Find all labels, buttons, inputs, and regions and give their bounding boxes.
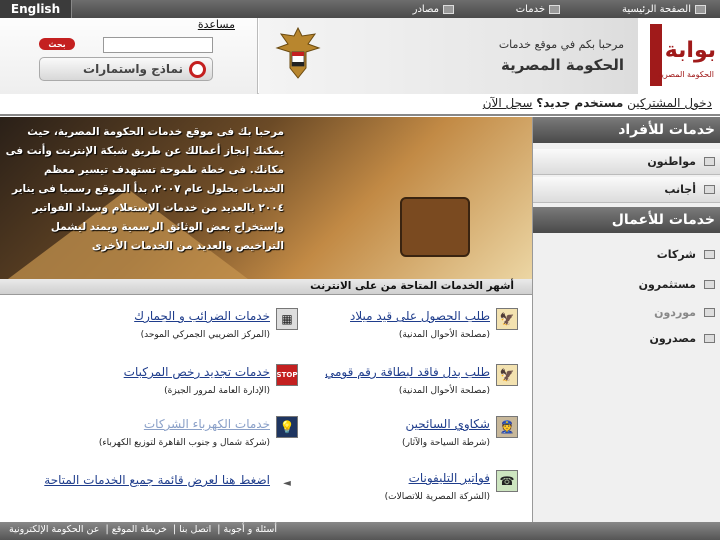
briefcase-image	[400, 197, 470, 257]
service-source: (شرطة السياحة والآثار)	[402, 438, 490, 448]
welcome-text: مرحبا بكم في موقع خدمات	[498, 38, 624, 51]
sidebar-item-foreigners[interactable]: أجانب	[533, 177, 720, 203]
sidebar: خدمات للأفراد مواطنون أجانب خدمات للأعما…	[532, 117, 720, 523]
service-item-id-replacement[interactable]: 🦅 طلب بدل فاقد لبطاقة رقم قومي (مصلحة ال…	[300, 362, 518, 402]
sidebar-item-label: أجانب	[664, 183, 696, 196]
search-panel: مساعدة بحث نماذج واستمارات	[0, 18, 258, 94]
sidebar-item-label: مصدرون	[649, 331, 696, 345]
service-title[interactable]: خدمات تجديد رخص المركبات	[124, 365, 270, 379]
eagle-icon: 🦅	[496, 308, 518, 330]
service-item-tax-customs[interactable]: ▦ خدمات الضرائب و الجمارك (المركز الضريب…	[40, 306, 298, 346]
menu-box-icon	[704, 307, 715, 317]
menu-box-icon	[549, 4, 560, 14]
service-source: (شركة شمال و جنوب القاهرة لتوزيع الكهربا…	[98, 438, 270, 448]
portal-logo[interactable]: بوابة الحكومة المصرية	[638, 18, 720, 94]
service-title[interactable]: خدمات الكهرباء الشركات	[144, 417, 270, 431]
service-item-electricity[interactable]: 💡 خدمات الكهرباء الشركات (شركة شمال و جن…	[40, 414, 298, 454]
menu-box-icon	[695, 4, 706, 14]
sidebar-item-importers[interactable]: موردون	[533, 299, 720, 325]
nav-home[interactable]: الصفحة الرئيسية	[622, 0, 706, 18]
new-user-text: مستخدم جديد؟	[536, 96, 624, 110]
logo-subtitle: الحكومة المصرية	[657, 70, 714, 79]
service-title[interactable]: طلب الحصول على قيد ميلاد	[350, 309, 490, 323]
sidebar-item-label: موردون	[654, 305, 696, 319]
services-title: أشهر الخدمات المتاحة من على الانترنت	[310, 280, 514, 292]
english-language-button[interactable]: English	[0, 0, 72, 18]
top-nav-bar: English الصفحة الرئيسية خدمات مصادر	[0, 0, 720, 18]
search-ring-icon	[189, 60, 206, 78]
login-link[interactable]: دخول المشتركين	[627, 96, 712, 110]
egypt-eagle-icon	[275, 26, 321, 79]
service-source: (الإدارة العامة لمرور الجيزة)	[164, 386, 270, 396]
service-title[interactable]: طلب بدل فاقد لبطاقة رقم قومي	[325, 365, 490, 379]
menu-box-icon	[704, 279, 715, 289]
sidebar-item-citizens[interactable]: مواطنون	[533, 149, 720, 175]
sidebar-item-investors[interactable]: مستثمرون	[533, 271, 720, 297]
footer-links: أسئلة و أجوبة| اتصل بنا| خريطة الموقع| ع…	[9, 524, 278, 535]
footer-sitemap-link[interactable]: خريطة الموقع	[112, 524, 167, 535]
nav-resources[interactable]: مصادر	[413, 0, 454, 18]
login-strip: دخول المشتركين مستخدم جديد؟ سجل الآن	[0, 94, 720, 116]
footer-faq-link[interactable]: أسئلة و أجوبة	[224, 524, 278, 535]
sidebar-item-exporters[interactable]: مصدرون	[533, 325, 720, 351]
footer-about-link[interactable]: عن الحكومة الإلكترونية	[9, 524, 99, 535]
menu-box-icon	[704, 157, 715, 166]
forms-button[interactable]: نماذج واستمارات	[39, 57, 213, 81]
service-title[interactable]: خدمات الضرائب و الجمارك	[134, 309, 270, 323]
sidebar-item-label: مستثمرون	[638, 277, 696, 291]
nav-resources-label: مصادر	[412, 3, 439, 15]
help-link[interactable]: مساعدة	[198, 18, 235, 31]
register-link[interactable]: سجل الآن	[483, 96, 533, 110]
all-services-link[interactable]: اضغط هنا لعرض قائمة جميع الخدمات المتاحة	[44, 473, 270, 487]
service-title[interactable]: شكاوي السائحين	[405, 417, 490, 431]
sidebar-item-companies[interactable]: شركات	[533, 241, 720, 267]
sidebar-item-label: شركات	[656, 247, 696, 261]
service-source: (مصلحة الأحوال المدنية)	[398, 330, 490, 340]
search-button[interactable]: بحث	[39, 38, 75, 50]
sidebar-header-business[interactable]: خدمات للأعمال	[533, 207, 720, 233]
menu-box-icon	[443, 4, 454, 14]
nav-services-label: خدمات	[515, 3, 545, 15]
eagle-icon: 🦅	[496, 364, 518, 386]
officer-icon: 👮	[496, 416, 518, 438]
service-item-phone-bills[interactable]: ☎ فواتير التليفونات (الشركة المصرية للات…	[300, 468, 518, 508]
search-input[interactable]	[103, 37, 213, 53]
footer: أسئلة و أجوبة| اتصل بنا| خريطة الموقع| ع…	[0, 522, 720, 540]
service-item-all-services[interactable]: ◄ اضغط هنا لعرض قائمة جميع الخدمات المتا…	[20, 470, 298, 510]
sidebar-header-individuals[interactable]: خدمات للأفراد	[533, 117, 720, 143]
calculator-icon: ▦	[276, 308, 298, 330]
footer-contact-link[interactable]: اتصل بنا	[179, 524, 211, 535]
login-text: دخول المشتركين مستخدم جديد؟ سجل الآن	[483, 96, 712, 110]
menu-box-icon	[704, 333, 715, 343]
arrow-icon: ◄	[283, 477, 291, 489]
service-source: (المركز الضريبي الجمركي الموحد)	[140, 330, 270, 340]
service-source: (مصلحة الأحوال المدنية)	[398, 386, 490, 396]
menu-box-icon	[704, 185, 715, 194]
logo-text: بوابة	[664, 38, 716, 63]
phone-icon: ☎	[496, 470, 518, 492]
nav-home-label: الصفحة الرئيسية	[622, 3, 691, 15]
hero-text: مرحبا بك فى موقع خدمات الحكومة المصرية، …	[5, 126, 284, 252]
service-item-birth-certificate[interactable]: 🦅 طلب الحصول على قيد ميلاد (مصلحة الأحوا…	[300, 306, 518, 346]
hero-banner: مرحبا بك فى موقع خدمات الحكومة المصرية، …	[0, 117, 532, 279]
banner: مرحبا بكم في موقع خدمات الحكومة المصرية …	[259, 18, 720, 94]
stop-icon: STOP	[276, 364, 298, 386]
services-header: أشهر الخدمات المتاحة من على الانترنت	[0, 279, 532, 295]
bulb-icon: 💡	[276, 416, 298, 438]
sidebar-item-label: مواطنون	[647, 155, 696, 168]
forms-button-label: نماذج واستمارات	[83, 62, 183, 76]
portal-name: الحكومة المصرية	[501, 56, 624, 74]
header: مساعدة بحث نماذج واستمارات مرحبا بكم في …	[0, 18, 720, 94]
service-source: (الشركة المصرية للاتصالات)	[384, 492, 490, 502]
service-item-vehicle-license[interactable]: STOP خدمات تجديد رخص المركبات (الإدارة ا…	[40, 362, 298, 402]
service-item-tourist-complaints[interactable]: 👮 شكاوي السائحين (شرطة السياحة والآثار)	[300, 414, 518, 454]
nav-services[interactable]: خدمات	[516, 0, 560, 18]
service-title[interactable]: فواتير التليفونات	[409, 471, 490, 485]
menu-box-icon	[704, 249, 715, 259]
